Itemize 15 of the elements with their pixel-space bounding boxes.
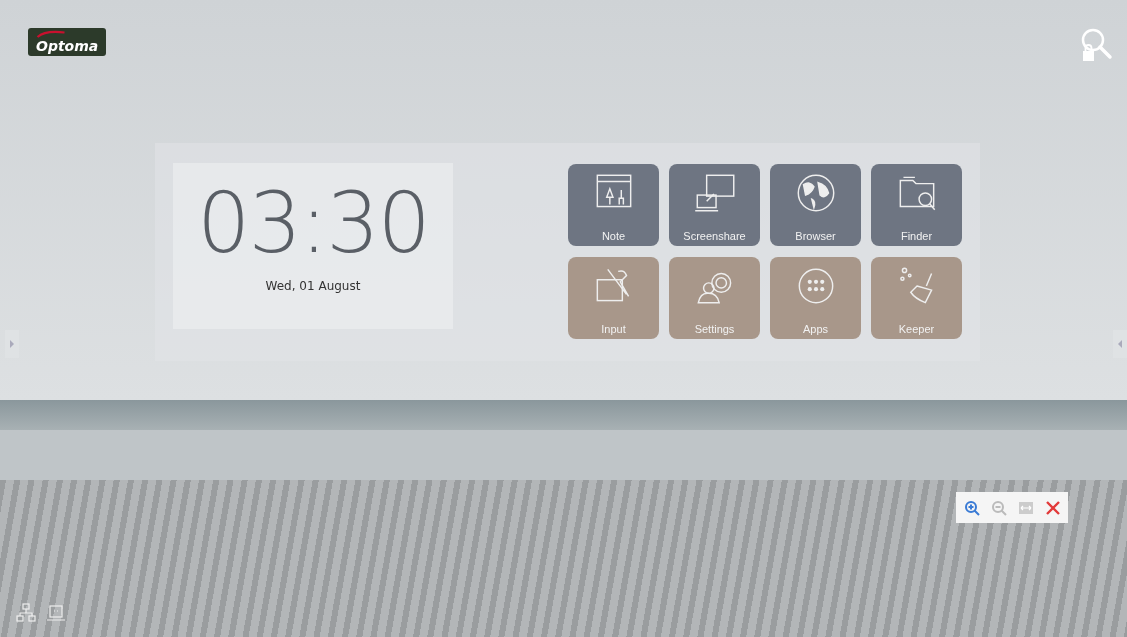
app-tile[interactable]: Input (568, 257, 659, 339)
app-tile[interactable]: Apps (770, 257, 861, 339)
app-tile[interactable]: Note (568, 164, 659, 246)
app-tile[interactable]: Keeper (871, 257, 962, 339)
clock-date: Wed, 01 August (265, 279, 361, 293)
laptop-icon[interactable] (46, 603, 66, 623)
app-tile[interactable]: Settings (669, 257, 760, 339)
app-tile[interactable]: Finder (871, 164, 962, 246)
side-panel-handle[interactable] (5, 330, 19, 358)
app-tile[interactable]: Browser (770, 164, 861, 246)
network-icon[interactable] (16, 603, 36, 623)
logo: Optoma (28, 28, 107, 56)
clock-time: 03:30 (196, 181, 430, 265)
app-tile[interactable]: Screenshare (669, 164, 760, 246)
side-panel-handle[interactable] (1113, 330, 1127, 358)
